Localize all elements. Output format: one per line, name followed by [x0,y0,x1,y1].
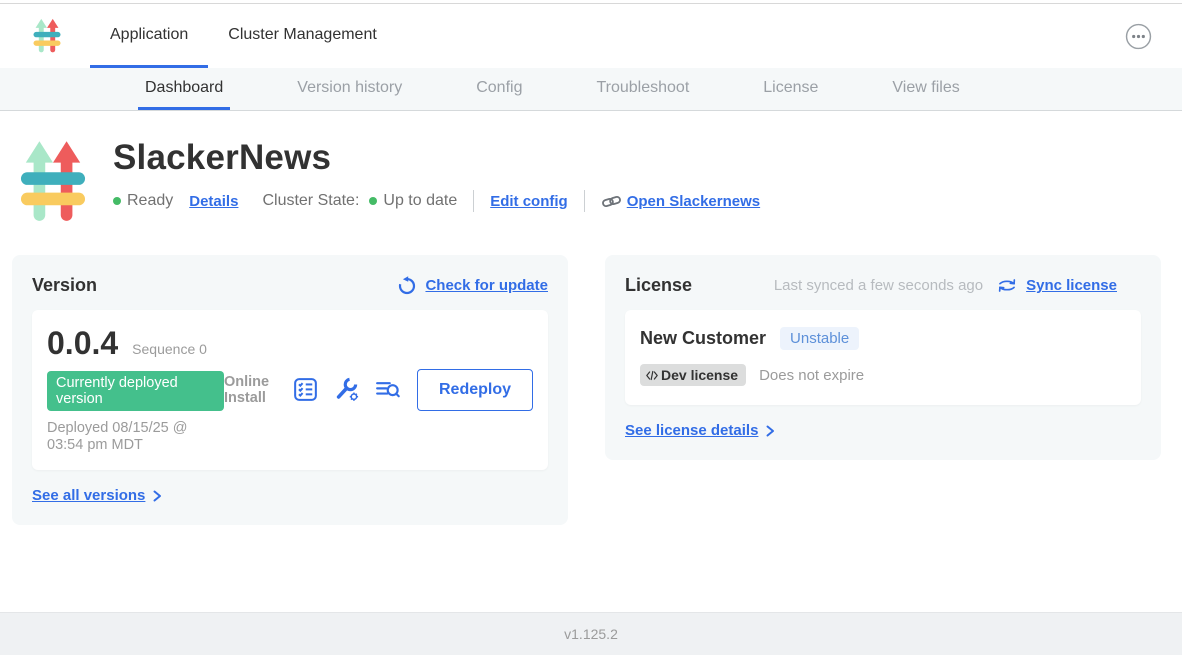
chain-link-icon [601,194,622,209]
code-brackets-icon [645,370,659,381]
check-for-update-link[interactable]: Check for update [425,277,548,294]
subnav-tab-dashboard[interactable]: Dashboard [138,68,230,110]
license-type-label: Dev license [661,367,738,383]
tab-application[interactable]: Application [90,4,208,68]
subnav-version-history-label: Version history [297,79,402,97]
view-logs-magnifier-icon[interactable] [374,376,401,403]
version-info: 0.0.4 Sequence 0 Currently deployed vers… [47,325,224,454]
version-sequence: Sequence 0 [132,341,207,357]
customer-name: New Customer [640,328,766,349]
last-synced-text: Last synced a few seconds ago [774,277,983,294]
see-all-versions-link[interactable]: See all versions [32,487,164,504]
see-license-details-label: See license details [625,422,758,439]
license-type-badge: Dev license [640,364,746,386]
wrench-gear-config-icon[interactable] [333,376,360,403]
details-link[interactable]: Details [189,193,238,210]
app-header-text: SlackerNews Ready Details Cluster State:… [113,139,760,225]
version-card-title: Version [32,275,97,296]
subnav-tab-config[interactable]: Config [469,68,529,110]
cluster-status-dot [369,197,377,205]
deployed-timestamp: Deployed 08/15/25 @ 03:54 pm MDT [47,420,224,454]
divider [584,190,585,212]
subnav-tab-view-files[interactable]: View files [885,68,966,110]
cluster-state-label: Cluster State: [262,192,359,210]
license-panel: New Customer Unstable [625,310,1141,405]
console-version: v1.125.2 [564,626,618,642]
tab-cluster-management[interactable]: Cluster Management [208,4,397,68]
app-footer: v1.125.2 [0,612,1182,655]
primary-header: Application Cluster Management [0,4,1182,68]
cluster-state-text: Up to date [383,192,457,210]
subnav-view-files-label: View files [892,79,959,97]
tab-application-label: Application [110,26,188,44]
install-type-label: Online Install [224,374,278,406]
app-subnav: Dashboard Version history Config Trouble… [0,68,1182,111]
version-actions: Online Install [224,369,533,411]
app-logo-icon [33,18,61,54]
ellipsis-circle-icon [1125,38,1152,53]
dashboard-main: SlackerNews Ready Details Cluster State:… [0,111,1182,612]
license-card: License Last synced a few seconds ago [605,255,1161,460]
current-version-panel: 0.0.4 Sequence 0 Currently deployed vers… [32,310,548,470]
check-for-update[interactable]: Check for update [397,276,548,296]
channel-badge: Unstable [780,327,859,350]
deployed-status-badge: Currently deployed version [47,371,224,411]
tab-cluster-management-label: Cluster Management [228,26,377,44]
sync-license-link[interactable]: Sync license [1026,277,1117,294]
license-expiration: Does not expire [759,367,864,384]
refresh-icon [397,276,417,296]
version-card: Version Check for update 0.0.4 Sequ [12,255,568,525]
license-card-header: License Last synced a few seconds ago [625,275,1141,296]
app-logo-large [20,139,86,225]
divider [473,190,474,212]
preflight-checklist-icon[interactable] [292,376,319,403]
open-app-link[interactable]: Open Slackernews [627,193,760,210]
see-all-versions-label: See all versions [32,487,145,504]
app-status-dot [113,197,121,205]
subnav-tab-troubleshoot[interactable]: Troubleshoot [589,68,696,110]
app-header-block: SlackerNews Ready Details Cluster State:… [0,111,1182,225]
primary-nav: Application Cluster Management [90,4,397,68]
edit-config-link[interactable]: Edit config [490,193,568,210]
subnav-dashboard-label: Dashboard [145,79,223,97]
dashboard-cards: Version Check for update 0.0.4 Sequ [0,225,1182,525]
redeploy-button[interactable]: Redeploy [417,369,533,411]
page-title: SlackerNews [113,139,760,177]
subnav-tab-license[interactable]: License [756,68,825,110]
app-status-text: Ready [127,192,173,210]
version-number: 0.0.4 [47,325,118,362]
subnav-troubleshoot-label: Troubleshoot [596,79,689,97]
overflow-menu-button[interactable] [1124,22,1152,50]
chevron-right-icon [150,489,164,503]
subnav-license-label: License [763,79,818,97]
subnav-config-label: Config [476,79,522,97]
version-card-header: Version Check for update [32,275,548,296]
license-card-title: License [625,275,692,296]
subnav-tab-version-history[interactable]: Version history [290,68,409,110]
sync-arrows-icon [997,277,1017,294]
chevron-right-icon [763,424,777,438]
status-row: Ready Details Cluster State: Up to date … [113,190,760,212]
see-license-details-link[interactable]: See license details [625,422,777,439]
